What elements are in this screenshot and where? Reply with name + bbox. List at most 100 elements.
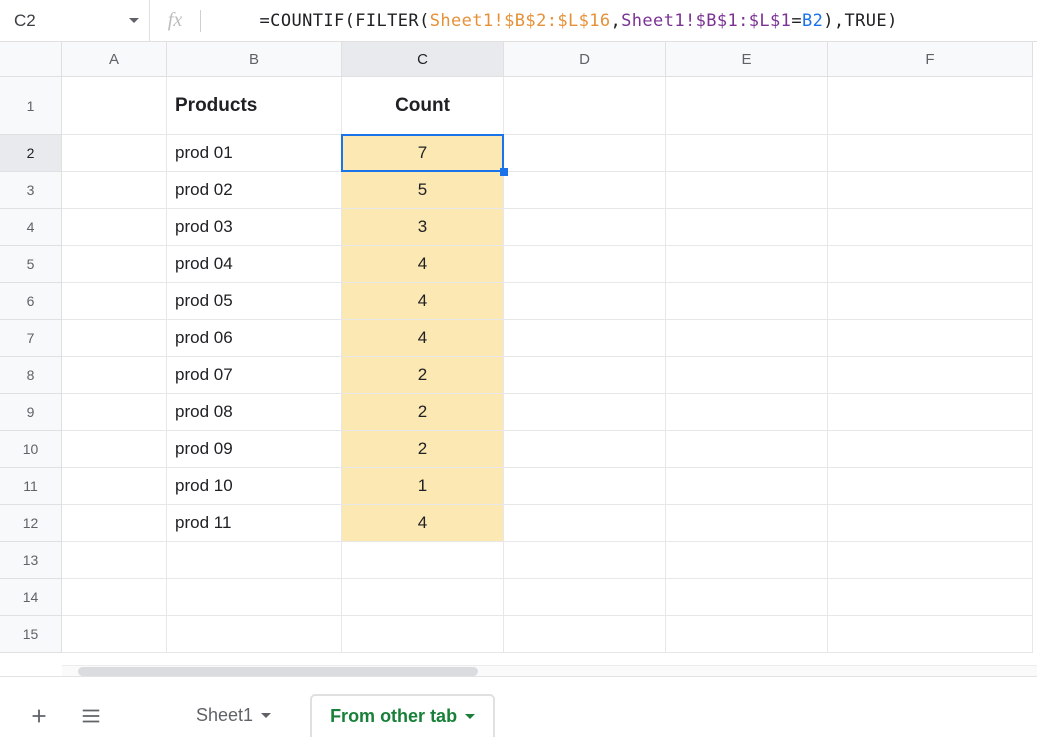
cell-F12[interactable] — [828, 505, 1033, 542]
cell-F5[interactable] — [828, 246, 1033, 283]
cell-D1[interactable] — [504, 77, 666, 135]
row-header-2[interactable]: 2 — [0, 135, 62, 172]
add-sheet-button[interactable] — [24, 701, 54, 731]
cell-E1[interactable] — [666, 77, 828, 135]
cell-F2[interactable] — [828, 135, 1033, 172]
cell-C14[interactable] — [342, 579, 504, 616]
cell-A1[interactable] — [62, 77, 167, 135]
cell-C12[interactable]: 4 — [342, 505, 504, 542]
cell-B14[interactable] — [167, 579, 342, 616]
horizontal-scrollbar[interactable] — [62, 665, 1037, 676]
cell-D12[interactable] — [504, 505, 666, 542]
cell-A7[interactable] — [62, 320, 167, 357]
cell-E6[interactable] — [666, 283, 828, 320]
row-header-4[interactable]: 4 — [0, 209, 62, 246]
row-header-8[interactable]: 8 — [0, 357, 62, 394]
cell-C15[interactable] — [342, 616, 504, 653]
cell-B13[interactable] — [167, 542, 342, 579]
column-header-E[interactable]: E — [666, 42, 828, 77]
cell-A3[interactable] — [62, 172, 167, 209]
cell-E9[interactable] — [666, 394, 828, 431]
cell-C7[interactable]: 4 — [342, 320, 504, 357]
cell-F4[interactable] — [828, 209, 1033, 246]
grid[interactable]: ProductsCountprod 017prod 025prod 033pro… — [62, 77, 1037, 664]
cell-B10[interactable]: prod 09 — [167, 431, 342, 468]
cell-D5[interactable] — [504, 246, 666, 283]
cell-C3[interactable]: 5 — [342, 172, 504, 209]
cell-F7[interactable] — [828, 320, 1033, 357]
cell-A11[interactable] — [62, 468, 167, 505]
cell-A2[interactable] — [62, 135, 167, 172]
horizontal-scrollbar-thumb[interactable] — [78, 667, 478, 676]
cell-D13[interactable] — [504, 542, 666, 579]
cell-F1[interactable] — [828, 77, 1033, 135]
cell-C2[interactable]: 7 — [342, 135, 504, 172]
cell-E2[interactable] — [666, 135, 828, 172]
cell-F6[interactable] — [828, 283, 1033, 320]
cell-A12[interactable] — [62, 505, 167, 542]
cell-D10[interactable] — [504, 431, 666, 468]
name-box[interactable]: C2 — [0, 0, 150, 41]
cell-F10[interactable] — [828, 431, 1033, 468]
cell-D14[interactable] — [504, 579, 666, 616]
cell-C1[interactable]: Count — [342, 77, 504, 135]
row-header-14[interactable]: 14 — [0, 579, 62, 616]
row-header-15[interactable]: 15 — [0, 616, 62, 653]
column-header-D[interactable]: D — [504, 42, 666, 77]
cell-E8[interactable] — [666, 357, 828, 394]
cell-B12[interactable]: prod 11 — [167, 505, 342, 542]
row-header-3[interactable]: 3 — [0, 172, 62, 209]
cell-E10[interactable] — [666, 431, 828, 468]
cell-B7[interactable]: prod 06 — [167, 320, 342, 357]
cell-A8[interactable] — [62, 357, 167, 394]
row-header-11[interactable]: 11 — [0, 468, 62, 505]
column-header-A[interactable]: A — [62, 42, 167, 77]
cell-A13[interactable] — [62, 542, 167, 579]
row-header-12[interactable]: 12 — [0, 505, 62, 542]
name-box-dropdown-icon[interactable] — [129, 18, 139, 23]
column-header-F[interactable]: F — [828, 42, 1033, 77]
cell-E12[interactable] — [666, 505, 828, 542]
cell-C9[interactable]: 2 — [342, 394, 504, 431]
cell-A4[interactable] — [62, 209, 167, 246]
cell-A15[interactable] — [62, 616, 167, 653]
cell-F13[interactable] — [828, 542, 1033, 579]
cell-E5[interactable] — [666, 246, 828, 283]
cell-D2[interactable] — [504, 135, 666, 172]
cell-B4[interactable]: prod 03 — [167, 209, 342, 246]
cell-F9[interactable] — [828, 394, 1033, 431]
cell-C5[interactable]: 4 — [342, 246, 504, 283]
cell-A6[interactable] — [62, 283, 167, 320]
cell-E13[interactable] — [666, 542, 828, 579]
cell-D9[interactable] — [504, 394, 666, 431]
row-header-7[interactable]: 7 — [0, 320, 62, 357]
column-header-B[interactable]: B — [167, 42, 342, 77]
cell-B3[interactable]: prod 02 — [167, 172, 342, 209]
cell-C13[interactable] — [342, 542, 504, 579]
cell-E15[interactable] — [666, 616, 828, 653]
cell-C11[interactable]: 1 — [342, 468, 504, 505]
cell-D3[interactable] — [504, 172, 666, 209]
cell-A5[interactable] — [62, 246, 167, 283]
cell-F11[interactable] — [828, 468, 1033, 505]
cell-A10[interactable] — [62, 431, 167, 468]
sheet-tab-dropdown-icon[interactable] — [465, 714, 475, 719]
cell-A9[interactable] — [62, 394, 167, 431]
all-sheets-button[interactable] — [76, 701, 106, 731]
cell-B11[interactable]: prod 10 — [167, 468, 342, 505]
cell-B2[interactable]: prod 01 — [167, 135, 342, 172]
cell-F3[interactable] — [828, 172, 1033, 209]
cell-F14[interactable] — [828, 579, 1033, 616]
select-all-corner[interactable] — [0, 42, 62, 77]
cell-B8[interactable]: prod 07 — [167, 357, 342, 394]
row-header-10[interactable]: 10 — [0, 431, 62, 468]
cell-B6[interactable]: prod 05 — [167, 283, 342, 320]
cell-E14[interactable] — [666, 579, 828, 616]
row-header-9[interactable]: 9 — [0, 394, 62, 431]
cell-B5[interactable]: prod 04 — [167, 246, 342, 283]
cell-D4[interactable] — [504, 209, 666, 246]
cell-B1[interactable]: Products — [167, 77, 342, 135]
cell-D6[interactable] — [504, 283, 666, 320]
cell-E4[interactable] — [666, 209, 828, 246]
sheet-tab-sheet1[interactable]: Sheet1 — [178, 695, 289, 736]
